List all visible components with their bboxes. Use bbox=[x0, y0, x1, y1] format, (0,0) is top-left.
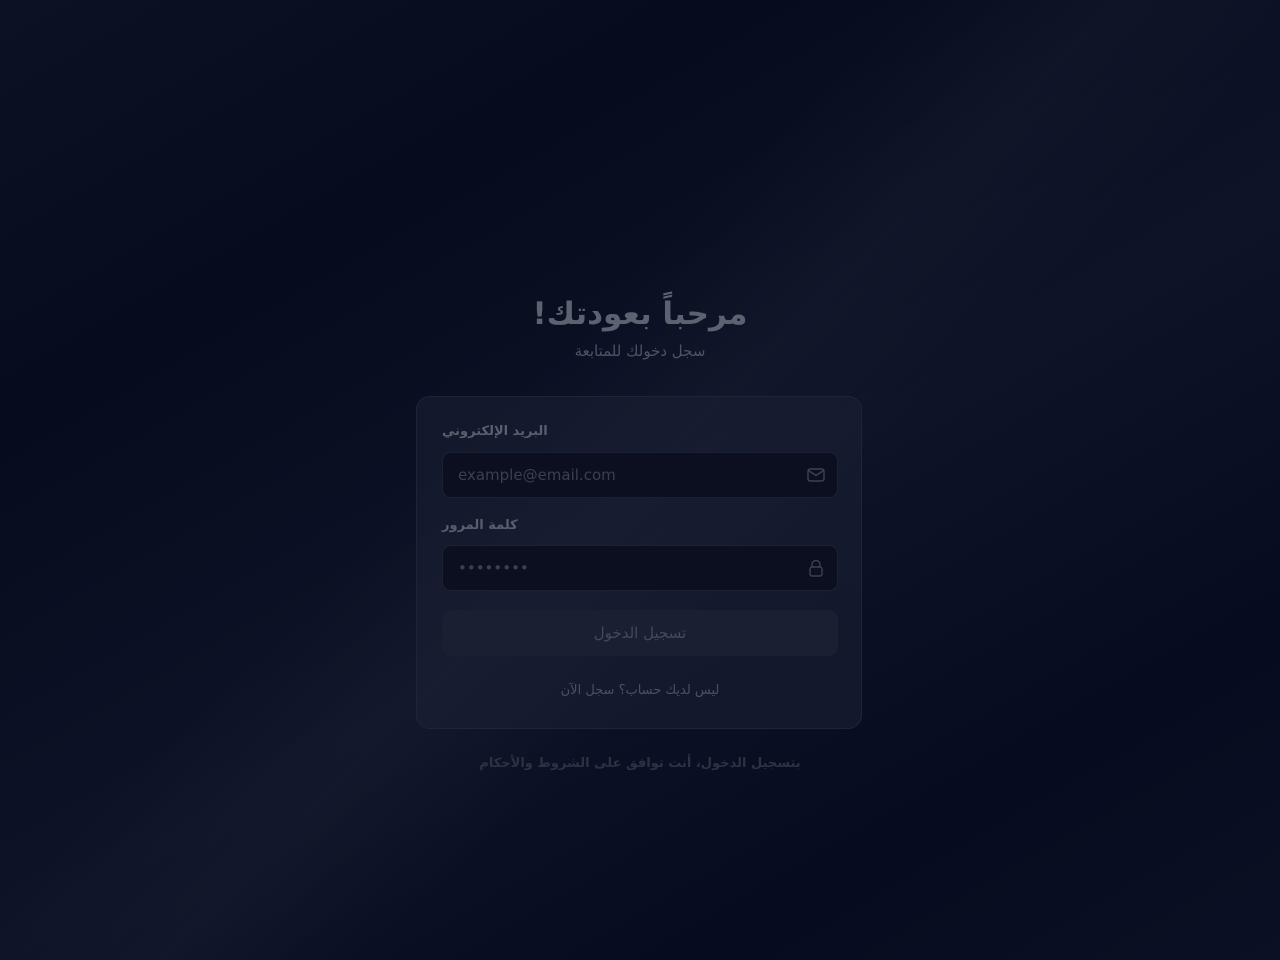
password-field-wrapper bbox=[442, 545, 838, 591]
terms-notice: بتسجيل الدخول، أنت توافق على الشروط والأ… bbox=[479, 756, 801, 771]
password-label: كلمة المرور bbox=[442, 518, 518, 533]
email-label: البريد الإلكتروني bbox=[442, 424, 548, 439]
signup-link[interactable]: ليس لديك حساب؟ سجل الآن bbox=[561, 683, 720, 698]
login-button[interactable]: تسجيل الدخول bbox=[442, 610, 838, 656]
mail-icon bbox=[807, 466, 825, 484]
login-card: البريد الإلكتروني كلمة المرور تسجيل الدخ… bbox=[416, 396, 862, 729]
signup-prompt: ليس لديك حساب؟ سجل الآن bbox=[417, 683, 863, 698]
page-title: مرحباً بعودتك! bbox=[532, 296, 748, 332]
page-subtitle: سجل دخولك للمتابعة bbox=[574, 342, 706, 360]
lock-icon bbox=[807, 559, 825, 577]
password-field[interactable] bbox=[458, 546, 788, 590]
email-field[interactable] bbox=[458, 453, 788, 497]
email-field-wrapper bbox=[442, 452, 838, 498]
page-header: مرحباً بعودتك! سجل دخولك للمتابعة bbox=[0, 292, 1280, 360]
